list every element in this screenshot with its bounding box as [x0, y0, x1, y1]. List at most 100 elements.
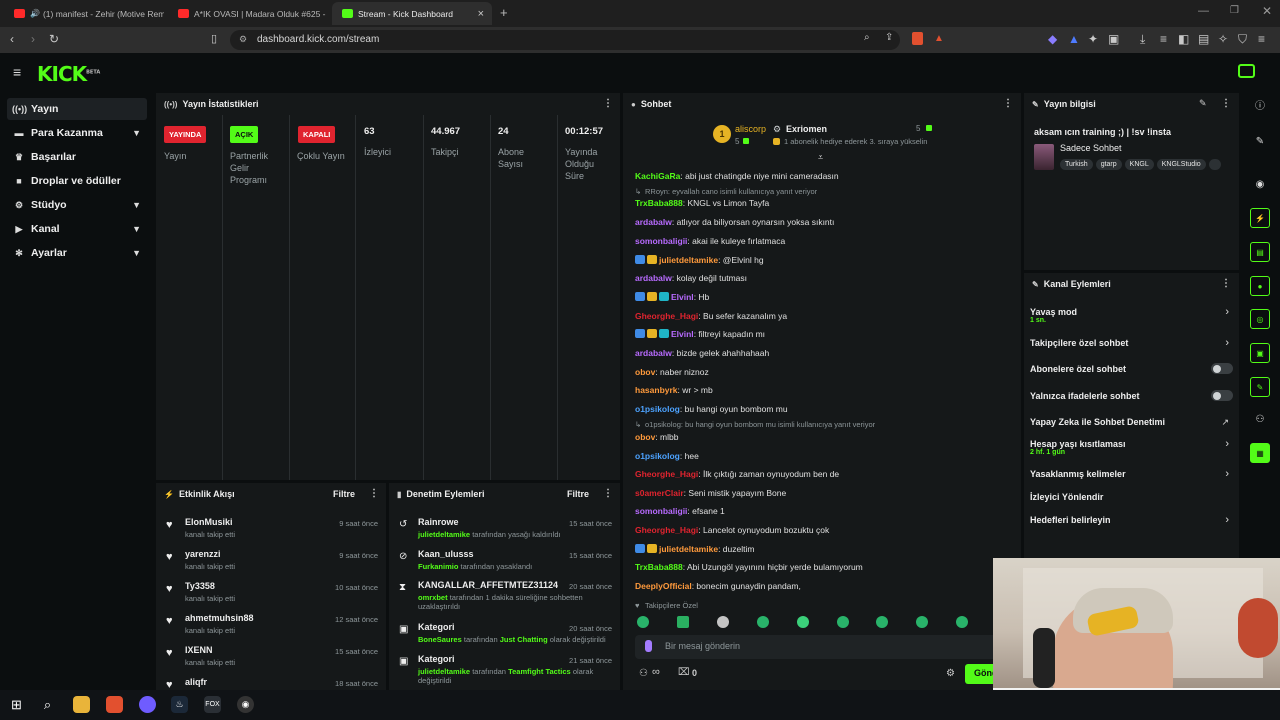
extension-icon[interactable]: ◆ [1048, 32, 1057, 46]
followers-only-row[interactable]: Takipçilere özel sohbet › [1030, 336, 1235, 358]
site-info-icon[interactable]: ⚙ [239, 34, 247, 45]
moderator-name[interactable]: omrxbet [418, 593, 448, 602]
leaderboard-username[interactable]: aliscorp [735, 124, 766, 134]
chat-username[interactable]: o1psikolog [635, 404, 680, 414]
moderator-name[interactable]: julietdeltamike [418, 667, 470, 676]
chat-icon[interactable]: ● [1250, 276, 1270, 296]
extension-icon[interactable]: ▲ [1068, 32, 1080, 46]
edit-icon[interactable]: ✎ [1250, 132, 1270, 152]
tag[interactable]: Turkish [1060, 159, 1093, 170]
chat-username[interactable]: obov [635, 367, 655, 377]
activity-username[interactable]: Ty3358 [185, 581, 215, 591]
chat-settings-icon[interactable]: ⚙ [946, 668, 955, 679]
sidebar-item-basarilar[interactable]: ♛ Başarılar [7, 146, 147, 168]
account-age-row[interactable]: Hesap yaşı kısıtlaması 2 hf. 1 gün › [1030, 437, 1235, 459]
activity-username[interactable]: ahmetmuhsin88 [185, 613, 254, 623]
moderation-icon[interactable]: ▣ [1250, 343, 1270, 363]
emotes-only-toggle[interactable] [1211, 390, 1233, 401]
emote-icon[interactable] [717, 616, 729, 628]
windows-start-icon[interactable]: ⊞ [8, 696, 25, 713]
share-icon[interactable]: ⇪ [885, 32, 893, 43]
tag[interactable]: gtarp [1095, 159, 1122, 170]
sidebar-toggle-icon[interactable]: ◧ [1178, 32, 1189, 46]
sidebar-item-ayarlar[interactable]: ✻ Ayarlar ▼ [7, 242, 147, 264]
chat-username[interactable]: ardabalw [635, 348, 672, 358]
chat-username[interactable]: Gheorghe_Hagi [635, 525, 698, 535]
set-goals-row[interactable]: Hedefleri belirleyin › [1030, 513, 1235, 535]
hamburger-menu-icon[interactable]: ≡ [13, 64, 21, 80]
wrench-icon[interactable]: ✎ [1250, 377, 1270, 397]
kick-app-icon[interactable] [1238, 64, 1255, 78]
close-tab-icon[interactable]: × [478, 8, 484, 20]
chat-username[interactable]: s0amerClair [635, 488, 684, 498]
moderator-name[interactable]: julietdeltamike [418, 530, 470, 539]
chat-username[interactable]: julietdeltamike [659, 255, 718, 265]
chat-username[interactable]: DeeplyOfficial [635, 581, 692, 591]
extension-icon[interactable]: ▣ [1108, 32, 1119, 46]
chat-username[interactable]: somonbaligii [635, 506, 687, 516]
emote-icon[interactable] [837, 616, 849, 628]
sidebar-item-studyo[interactable]: ⚙ Stüdyo ▼ [7, 194, 147, 216]
chat-username[interactable]: TrxBaba888 [635, 198, 683, 208]
emote-icon[interactable] [637, 616, 649, 628]
chat-username[interactable]: julietdeltamike [659, 544, 718, 554]
emote-icon[interactable] [677, 616, 689, 628]
more-options-icon[interactable]: ⋮ [1221, 278, 1231, 289]
chat-username[interactable]: KachiGaRa [635, 171, 680, 181]
moderation-target[interactable]: Rainrowe [418, 517, 459, 527]
more-options-icon[interactable]: ⋮ [369, 488, 379, 499]
camera-icon[interactable]: ◉ [1250, 175, 1270, 195]
download-icon[interactable]: ⤓ [1140, 32, 1145, 47]
activity-username[interactable]: IXENN [185, 645, 213, 655]
activity-username[interactable]: yarenzzi [185, 549, 221, 559]
chat-input[interactable]: Bir mesaj gönderin [635, 635, 1011, 659]
wallet-icon[interactable]: ▤ [1198, 32, 1209, 46]
subscribers-only-toggle[interactable] [1211, 363, 1233, 374]
category-name[interactable]: Sadece Sohbet [1060, 143, 1122, 153]
brave-rewards-icon[interactable]: ▲ [934, 33, 944, 44]
category-name[interactable]: Teamfight Tactics [508, 667, 571, 676]
browser-tab[interactable]: 🔊 (1) manifest - Zehir (Motive Remi [4, 2, 164, 25]
tag[interactable]: KNGL [1124, 159, 1154, 170]
discord-icon[interactable] [139, 696, 156, 713]
grid-icon[interactable]: ▦ [1250, 443, 1270, 463]
users-icon[interactable]: ⚇ [1250, 410, 1270, 430]
leo-ai-icon[interactable]: ✧ [1218, 32, 1228, 46]
slow-mode-row[interactable]: Yavaş mod 1 sn. › [1030, 305, 1235, 327]
file-explorer-icon[interactable] [73, 696, 90, 713]
back-icon[interactable]: ‹ [10, 32, 14, 46]
chat-username[interactable]: Elvinl [671, 329, 694, 339]
vpn-icon[interactable]: ⛉ [1238, 32, 1247, 47]
url-bar[interactable]: ⚙ dashboard.kick.com/stream ⌕ ⇪ [230, 30, 900, 50]
chat-username[interactable]: Gheorghe_Hagi [635, 311, 698, 321]
sidebar-item-yayin[interactable]: ((•)) Yayın [7, 98, 147, 120]
chat-username[interactable]: Elvinl [671, 292, 694, 302]
sidebar-item-kanal[interactable]: ▶ Kanal ▼ [7, 218, 147, 240]
obs-icon[interactable]: ◉ [237, 696, 254, 713]
more-options-icon[interactable]: ⋮ [1221, 98, 1231, 109]
sidebar-item-para-kazanma[interactable]: ▬ Para Kazanma ▼ [7, 122, 147, 144]
moderation-target[interactable]: Kaan_ulusss [418, 549, 474, 559]
moderation-target[interactable]: KANGALLAR_AFFETMTEZ31124 [418, 580, 558, 590]
category-name[interactable]: Just Chatting [500, 635, 548, 644]
trash-icon[interactable]: ⌧ [678, 667, 690, 678]
chat-username[interactable]: TrxBaba888 [635, 562, 683, 572]
info-icon[interactable]: ⓘ [1250, 97, 1270, 117]
browser-tab[interactable]: A*IK OVASI | Madara Olduk #625 - Y [168, 2, 328, 25]
forward-icon[interactable]: › [31, 32, 35, 46]
more-options-icon[interactable]: ⋮ [603, 98, 613, 109]
browser-tab-active[interactable]: Stream - Kick Dashboard × [332, 2, 492, 25]
chat-username[interactable]: o1psikolog [635, 451, 680, 461]
users-icon[interactable]: ⚇ [639, 668, 648, 679]
tag[interactable] [1208, 159, 1221, 170]
restore-icon[interactable]: ❐ [1230, 5, 1239, 16]
close-window-icon[interactable]: ✕ [1262, 4, 1272, 18]
more-options-icon[interactable]: ⋮ [603, 488, 613, 499]
collapse-pinned-icon[interactable]: ⩡ [818, 152, 823, 163]
bookmark-icon[interactable]: ▯ [211, 32, 217, 45]
banned-words-row[interactable]: Yasaklanmış kelimeler › [1030, 467, 1235, 489]
ai-moderation-row[interactable]: Yapay Zeka ile Sohbet Denetimi ↗ [1030, 415, 1235, 437]
reload-icon[interactable]: ↻ [49, 32, 59, 46]
activity-username[interactable]: aliqfr [185, 677, 207, 687]
stats-icon[interactable]: ▤ [1250, 242, 1270, 262]
